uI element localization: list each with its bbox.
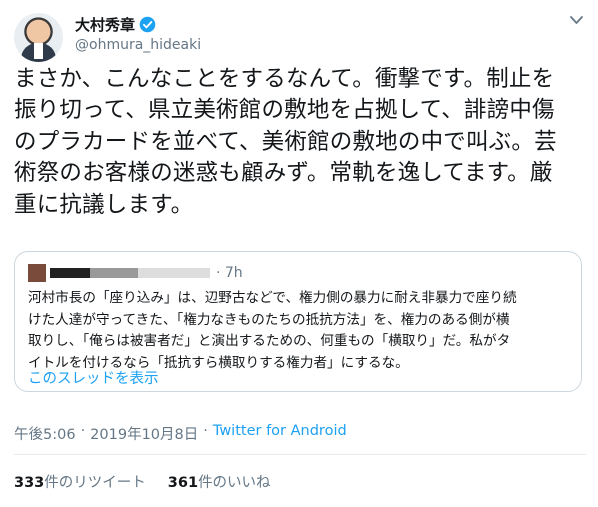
meta-separator: · [80,423,86,439]
tweet-time[interactable]: 午後5:06 [14,423,76,444]
quoted-author-name-redacted [50,268,210,278]
retweets-stat[interactable]: 333件のリツイート [14,471,146,492]
meta-separator-2: · [203,423,208,439]
quoted-tweet-header: · 7h [28,264,243,282]
likes-stat[interactable]: 361件のいいね [168,471,271,492]
quoted-tweet-time: · 7h [216,265,243,281]
divider [14,454,586,455]
likes-count: 361 [167,475,199,491]
author-handle[interactable]: @ohmura_hideaki [75,37,201,53]
author-name-row: 大村秀章 [75,14,156,34]
retweets-label: 件のリツイート [44,475,146,491]
tweet-date[interactable]: 2019年10月8日 [90,423,198,444]
tweet-source-link[interactable]: Twitter for Android [213,423,347,444]
likes-label: 件のいいね [198,475,271,491]
quoted-tweet-card[interactable]: · 7h 河村市長の「座り込み」は、辺野古などで、権力側の暴力に耐え非暴力で座り… [14,251,582,392]
avatar-shirt [34,43,43,59]
show-thread-link[interactable]: このスレッドを表示 [28,367,159,388]
tweet-stats: 333件のリツイート 361件のいいね [14,471,293,492]
quoted-author-avatar [28,264,46,282]
quoted-tweet-text: 河村市長の「座り込み」は、辺野古などで、権力側の暴力に耐え非暴力で座り続 けた人… [28,290,517,371]
tweet-meta: 午後5:06 · 2019年10月8日 · Twitter for Androi… [14,423,347,444]
verified-badge-icon [139,16,156,32]
avatar[interactable] [14,13,63,62]
retweets-count: 333 [14,475,45,491]
tweet-text: まさか、こんなことをするなんて。衝撃です。制止を 振り切って、県立美術館の敷地を… [14,66,557,218]
chevron-down-icon[interactable] [569,14,584,26]
author-display-name[interactable]: 大村秀章 [75,14,135,35]
